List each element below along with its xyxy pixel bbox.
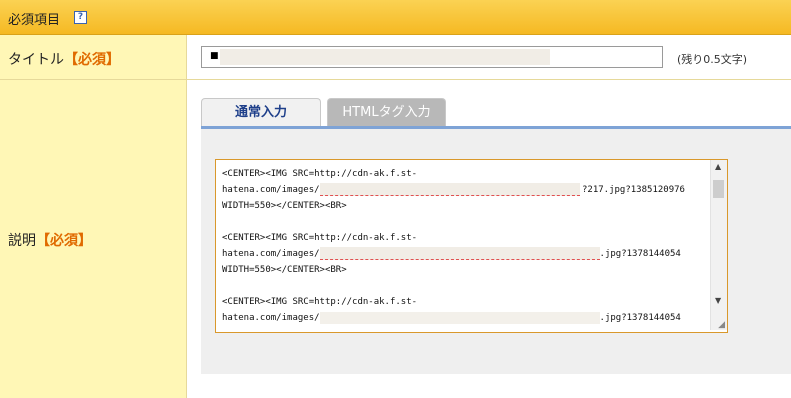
code-line: hatena.com/images/.jpg?1378144054 xyxy=(222,247,681,260)
scroll-down-icon[interactable]: ▼ xyxy=(715,296,721,305)
scroll-up-icon[interactable]: ▲ xyxy=(715,162,721,171)
section-header: 必須項目 ? xyxy=(0,0,791,35)
resize-grip-icon[interactable]: ◢ xyxy=(718,320,725,330)
section-title: 必須項目 xyxy=(8,13,61,28)
code-line: WIDTH=550></CENTER><BR> xyxy=(222,265,347,275)
description-textarea[interactable]: <CENTER><IMG SRC=http://cdn-ak.f.st- hat… xyxy=(215,159,728,333)
code-line: <CENTER><IMG SRC=http://cdn-ak.f.st- xyxy=(222,233,418,243)
tab-normal-input[interactable]: 通常入力 xyxy=(201,98,321,127)
textarea-scrollbar[interactable]: ▲ ▼ xyxy=(710,160,727,330)
code-line: <CENTER><IMG SRC=http://cdn-ak.f.st- xyxy=(222,169,418,179)
remaining-chars: (残り0.5文字) xyxy=(677,53,748,66)
title-redacted-text xyxy=(220,49,550,65)
description-label-cell: 説明【必須】 xyxy=(0,80,187,398)
code-line: <CENTER><IMG SRC=http://cdn-ak.f.st- xyxy=(222,297,418,307)
title-required-mark: 【必須】 xyxy=(64,52,120,68)
title-input-value: ■ xyxy=(210,51,219,61)
code-line: hatena.com/images/.jpg?1378144054 xyxy=(222,311,681,324)
scroll-thumb[interactable] xyxy=(713,180,724,198)
textarea-content: <CENTER><IMG SRC=http://cdn-ak.f.st- hat… xyxy=(222,166,712,326)
description-required-mark: 【必須】 xyxy=(36,233,92,249)
title-input[interactable]: ■ xyxy=(201,46,663,68)
title-label: タイトル【必須】 xyxy=(8,52,120,68)
help-icon[interactable]: ? xyxy=(74,11,87,24)
title-label-cell: タイトル【必須】 xyxy=(0,35,187,80)
code-line: WIDTH=550></CENTER><BR> xyxy=(222,201,347,211)
description-label: 説明【必須】 xyxy=(8,233,92,249)
tab-html-input[interactable]: HTMLタグ入力 xyxy=(327,98,446,127)
code-line: ?217.jpg?1385120976 xyxy=(582,185,685,195)
